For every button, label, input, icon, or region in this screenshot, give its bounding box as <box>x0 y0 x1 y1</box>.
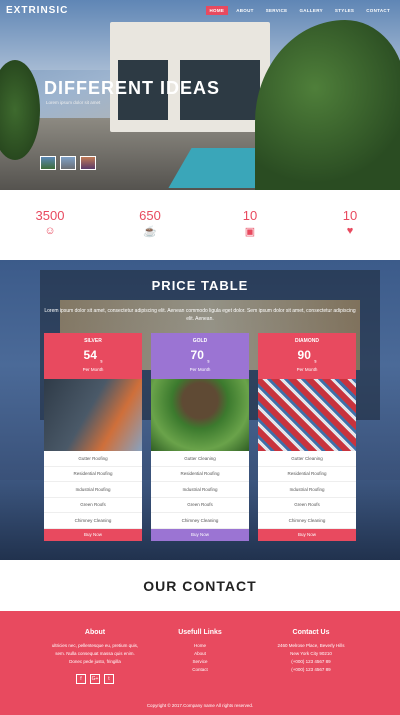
footer-phone: (+000) 123 4567 89 <box>291 667 331 672</box>
plan-feature: Residential Roofing <box>44 467 142 482</box>
site-logo[interactable]: EXTRINSIC <box>6 5 68 16</box>
plan-price: 70 $ <box>190 348 210 364</box>
stat-item: 10 ▣ <box>220 208 280 238</box>
stats-section: 3500 ☺ 650 ☕ 10 ▣ 10 ♥ <box>0 200 400 256</box>
hero-title: DIFFERENT IDEAS <box>44 78 221 98</box>
menu-item-contact[interactable]: CONTACT <box>362 6 394 15</box>
heartbeat-icon: ♥ <box>346 225 354 237</box>
card-header: GOLD 70 $ Per Month <box>151 333 249 379</box>
price-title: PRICE TABLE <box>151 278 249 293</box>
plan-image <box>151 379 249 451</box>
plan-feature: Green Roofs <box>258 498 356 513</box>
social-links: f G+ t <box>40 674 150 684</box>
hero-thumbnails <box>40 156 96 170</box>
hero-thumb-1[interactable] <box>40 156 56 170</box>
google-plus-icon[interactable]: G+ <box>90 674 100 684</box>
top-nav: EXTRINSIC HOME ABOUT SERVICE GALLERY STY… <box>0 0 400 22</box>
plan-feature: Chimney Cleaning <box>151 513 249 529</box>
stat-value: 3500 <box>35 208 65 223</box>
plan-period: Per Month <box>296 367 318 373</box>
footer-contact: Contact Us 2460 Melrose Place, Beverly H… <box>256 629 366 674</box>
plan-name: DIAMOND <box>295 338 319 344</box>
card-header: DIAMOND 90 $ Per Month <box>258 333 356 379</box>
stat-item: 650 ☕ <box>120 208 180 238</box>
main-menu: HOME ABOUT SERVICE GALLERY STYLES CONTAC… <box>205 6 395 15</box>
footer-link-about[interactable]: About <box>160 650 240 658</box>
price-description: Lorem ipsum dolor sit amet, consectetur … <box>44 308 356 322</box>
plan-price: 54 $ <box>83 348 103 364</box>
plan-feature: Chimney Cleaning <box>258 513 356 529</box>
footer-about-title: About <box>84 629 106 636</box>
footer-contact-title: Contact Us <box>292 629 330 636</box>
buy-now-button[interactable]: Buy Now <box>151 528 249 541</box>
plan-feature: Gutter Cleaning <box>151 451 249 467</box>
footer-link-home[interactable]: Home <box>160 642 240 650</box>
footer-link-service[interactable]: Service <box>160 658 240 666</box>
price-section: PRICE TABLE Lorem ipsum dolor sit amet, … <box>0 260 400 560</box>
hero-subtitle: Lorem ipsum dolor sit amet <box>46 100 101 105</box>
plan-image <box>258 379 356 451</box>
hero-banner: EXTRINSIC HOME ABOUT SERVICE GALLERY STY… <box>0 0 400 190</box>
plan-feature: Industrial Roofing <box>44 482 142 498</box>
plan-name: GOLD <box>192 338 208 344</box>
plan-period: Per Month <box>189 367 211 373</box>
buy-now-button[interactable]: Buy Now <box>258 528 356 541</box>
plan-feature: Residential Roofing <box>151 467 249 482</box>
coffee-icon: ☕ <box>143 226 157 238</box>
gift-icon: ▣ <box>244 226 256 238</box>
price-card-silver: SILVER 54 $ Per Month Gutter Roofing Res… <box>44 333 142 541</box>
hero-thumb-3[interactable] <box>80 156 96 170</box>
menu-item-about[interactable]: ABOUT <box>232 6 258 15</box>
stat-value: 650 <box>139 208 161 223</box>
buy-now-button[interactable]: Buy Now <box>44 528 142 541</box>
footer: About ultricies nec, pellentesque eu, pr… <box>0 611 400 715</box>
stat-item: 3500 ☺ <box>20 208 80 237</box>
card-header: SILVER 54 $ Per Month <box>44 333 142 379</box>
footer-phone: (+000) 123 4567 89 <box>291 659 331 664</box>
facebook-icon[interactable]: f <box>76 674 86 684</box>
plan-feature: Gutter Roofing <box>44 451 142 467</box>
plan-feature: Industrial Roofing <box>151 482 249 498</box>
menu-item-service[interactable]: SERVICE <box>262 6 292 15</box>
copyright: Copyright © 2017.Company name All rights… <box>146 703 254 708</box>
footer-links: Usefull Links Home About Service Contact <box>160 629 240 674</box>
plan-image <box>44 379 142 451</box>
menu-item-gallery[interactable]: GALLERY <box>295 6 326 15</box>
plan-feature: Industrial Roofing <box>258 482 356 498</box>
contact-title: OUR CONTACT <box>143 578 257 594</box>
menu-item-styles[interactable]: STYLES <box>331 6 358 15</box>
hero-thumb-2[interactable] <box>60 156 76 170</box>
plan-period: Per Month <box>82 367 104 373</box>
plan-feature: Green Roofs <box>151 498 249 513</box>
plan-feature: Chimney Cleaning <box>44 513 142 529</box>
price-card-diamond: DIAMOND 90 $ Per Month Gutter Cleaning R… <box>258 333 356 541</box>
stat-item: 10 ♥ <box>320 208 380 237</box>
smile-icon: ☺ <box>44 225 56 237</box>
price-card-gold: GOLD 70 $ Per Month Gutter Cleaning Resi… <box>151 333 249 541</box>
footer-links-title: Usefull Links <box>178 629 222 636</box>
plan-feature: Residential Roofing <box>258 467 356 482</box>
plan-feature: Gutter Cleaning <box>258 451 356 467</box>
footer-about-line: Donec pede justo, fringilla <box>69 659 121 664</box>
footer-about-line: ultricies nec, pellentesque eu, pretium … <box>51 643 139 648</box>
plan-feature: Green Roofs <box>44 498 142 513</box>
footer-about: About ultricies nec, pellentesque eu, pr… <box>40 629 150 684</box>
twitter-icon[interactable]: t <box>104 674 114 684</box>
hero-house-image <box>110 22 270 132</box>
footer-about-line: sem. Nulla consequat massa quis enim. <box>55 651 135 656</box>
footer-address: 2460 Melrose Place, Beverly Hills <box>277 643 345 648</box>
footer-city: New York City 90210 <box>290 651 332 656</box>
plan-price: 90 $ <box>297 348 317 364</box>
stat-value: 10 <box>242 208 258 223</box>
stat-value: 10 <box>342 208 358 223</box>
footer-link-contact[interactable]: Contact <box>160 666 240 674</box>
menu-item-home[interactable]: HOME <box>205 6 229 15</box>
plan-name: SILVER <box>84 338 102 344</box>
